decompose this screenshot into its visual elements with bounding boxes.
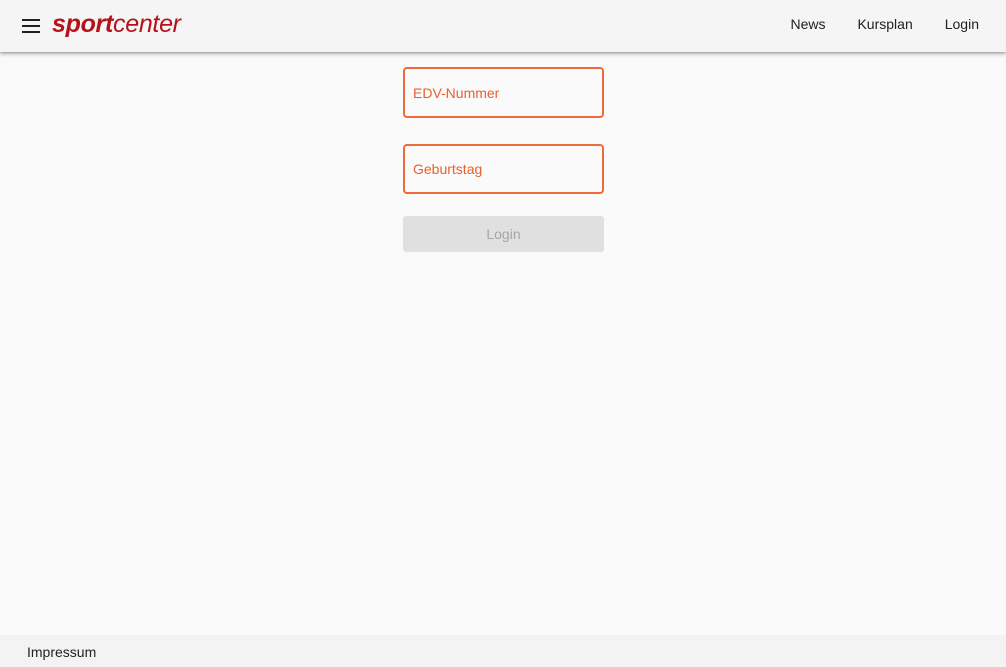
- edv-number-field[interactable]: [403, 67, 604, 118]
- hamburger-menu-icon[interactable]: [16, 12, 46, 40]
- app: sportcenter News Kursplan Login Login Im…: [0, 0, 1006, 667]
- top-app-bar: sportcenter News Kursplan Login: [0, 0, 1006, 52]
- login-form: Login: [403, 67, 604, 252]
- nav-news[interactable]: News: [774, 0, 841, 48]
- birthday-input[interactable]: [413, 161, 602, 177]
- footer: Impressum: [0, 635, 1006, 667]
- impressum-link[interactable]: Impressum: [27, 635, 96, 667]
- main-nav: News Kursplan Login: [774, 0, 1006, 48]
- nav-login[interactable]: Login: [929, 0, 1006, 48]
- edv-number-input[interactable]: [413, 84, 602, 101]
- logo-sport: sport: [52, 10, 114, 38]
- menu-line: [22, 25, 40, 27]
- nav-kursplan[interactable]: Kursplan: [841, 0, 928, 48]
- sportcenter-logo[interactable]: sportcenter: [52, 8, 181, 42]
- menu-line: [22, 19, 40, 21]
- birthday-field[interactable]: [403, 144, 604, 194]
- menu-line: [22, 31, 40, 33]
- logo-center: center: [113, 10, 181, 38]
- login-button[interactable]: Login: [403, 216, 604, 252]
